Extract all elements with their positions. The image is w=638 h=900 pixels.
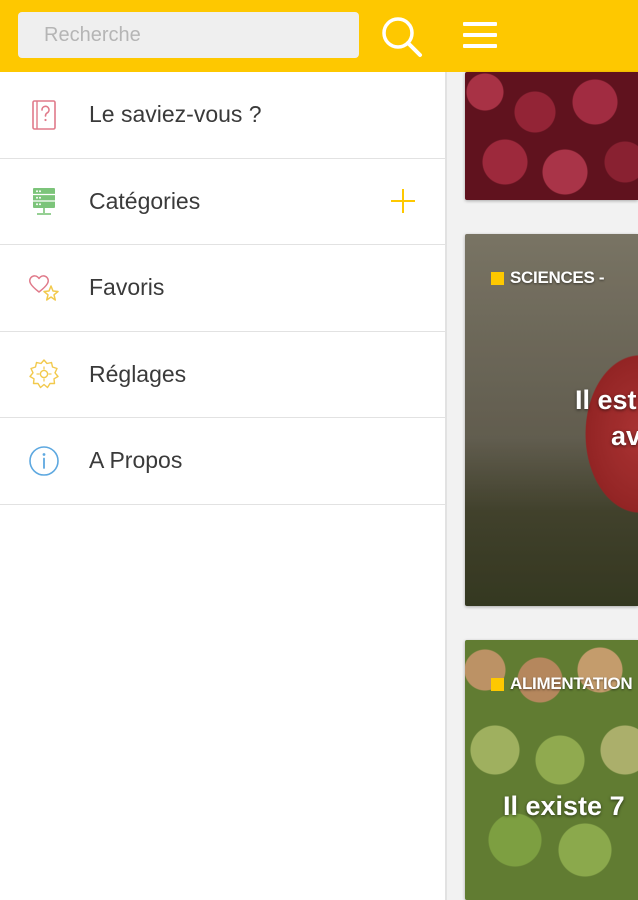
drawer-menu: Le saviez-vous ? Catégories Favoris Régl… <box>0 72 447 505</box>
search-input[interactable] <box>18 12 359 58</box>
info-icon <box>27 444 61 478</box>
article-card[interactable]: SCIENCES - Il est poss avec <box>465 234 638 606</box>
drawer-header <box>0 0 447 72</box>
menu-line <box>463 22 497 26</box>
menu-item-label: Favoris <box>89 274 165 301</box>
navigation-drawer: Le saviez-vous ? Catégories <box>0 0 447 900</box>
hamburger-menu-icon[interactable] <box>463 22 497 48</box>
menu-item-favoris[interactable]: Favoris <box>0 245 447 332</box>
app-root: SCIENCES - Il est poss avec ALIMENTATION… <box>0 0 638 900</box>
menu-item-le-saviez-vous[interactable]: Le saviez-vous ? <box>0 72 447 159</box>
category-label: ALIMENTATION <box>510 674 633 693</box>
category-tag: ALIMENTATION <box>491 674 633 694</box>
category-marker <box>491 677 504 691</box>
main-content: SCIENCES - Il est poss avec ALIMENTATION… <box>447 0 638 900</box>
menu-item-label: Le saviez-vous ? <box>89 101 262 128</box>
card-overlay <box>465 72 638 200</box>
article-card[interactable] <box>465 72 638 200</box>
category-tag: SCIENCES - <box>491 268 605 288</box>
menu-line <box>463 44 497 48</box>
category-label: SCIENCES - <box>510 268 605 287</box>
expand-plus-icon[interactable] <box>389 187 417 215</box>
article-title: Il est poss avec <box>574 385 638 451</box>
categories-icon <box>27 184 61 218</box>
heart-star-icon <box>27 271 61 305</box>
category-marker <box>491 271 504 285</box>
menu-item-label: Réglages <box>89 360 187 387</box>
question-book-icon <box>27 98 61 132</box>
search-icon[interactable] <box>378 14 426 62</box>
article-title: Il existe 7 <box>503 791 625 821</box>
settings-gear-icon <box>27 357 61 391</box>
menu-line <box>463 33 497 37</box>
menu-item-categories[interactable]: Catégories <box>0 159 447 245</box>
menu-item-a-propos[interactable]: A Propos <box>0 418 447 505</box>
main-header <box>447 0 638 72</box>
menu-item-label: Catégories <box>89 187 201 214</box>
article-card[interactable]: ALIMENTATION Il existe 7 <box>465 640 638 900</box>
menu-item-reglages[interactable]: Réglages <box>0 332 447 418</box>
menu-item-label: A Propos <box>89 447 183 474</box>
